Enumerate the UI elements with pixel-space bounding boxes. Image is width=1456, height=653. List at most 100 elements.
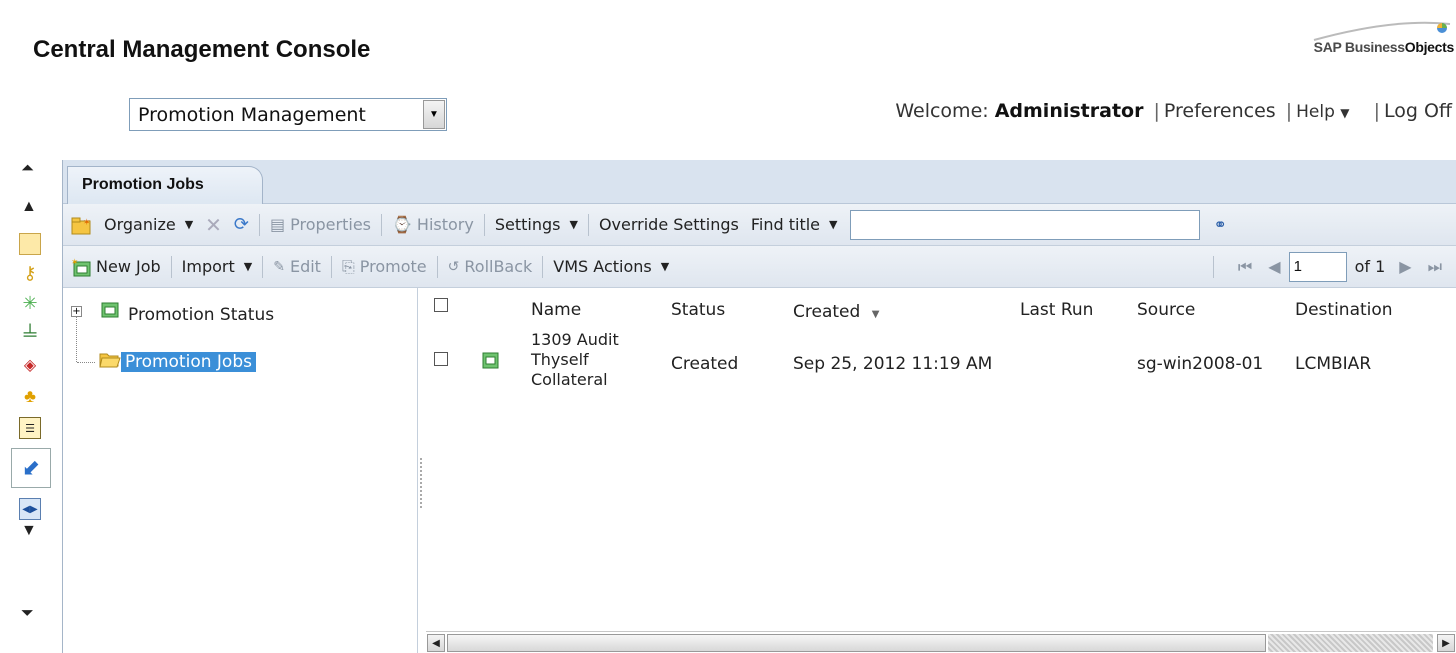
users-icon[interactable] [19, 233, 41, 255]
chevron-down-icon: ▼ [243, 260, 253, 273]
column-header-destination[interactable]: Destination [1295, 300, 1393, 320]
module-select-value: Promotion Management [138, 103, 366, 126]
page-number-input[interactable] [1288, 251, 1347, 282]
find-title-menu[interactable]: Find title ▼ [751, 215, 838, 234]
promote-button[interactable]: ⎘ Promote [342, 257, 427, 277]
preferences-link[interactable]: Preferences [1164, 100, 1276, 122]
table-header: Name Status Created ▼ Last Run Source De… [426, 288, 1456, 330]
chevron-down-icon[interactable]: ▼ [423, 100, 445, 129]
tree-item-label: Promotion Status [128, 305, 275, 325]
promotion-status-icon [100, 299, 122, 324]
toolbar-separator [170, 255, 172, 278]
delete-button[interactable]: ✕ [205, 213, 222, 237]
promote-label: Promote [359, 257, 427, 276]
top-links: Welcome: Administrator | Preferences | Hel… [895, 100, 1452, 122]
search-input[interactable] [849, 209, 1200, 240]
instance-icon[interactable]: ◈ [19, 354, 41, 376]
promotion-management-icon[interactable]: ⬋ [11, 448, 51, 488]
select-all-checkbox[interactable] [434, 298, 448, 312]
binoculars-icon: ⚭ [1213, 215, 1227, 234]
job-icon [481, 350, 501, 375]
scrollbar-thumb[interactable] [447, 634, 1266, 652]
toolbar-separator [542, 255, 544, 278]
toolbar-separator [436, 255, 438, 278]
navigation-tree: + Promotion Status Promotion Jobs [63, 288, 418, 653]
horizontal-scrollbar[interactable]: ◀ ▶ [426, 631, 1456, 653]
import-menu[interactable]: Import ▼ [182, 257, 253, 276]
help-link[interactable]: Help ▼ [1296, 102, 1349, 122]
history-icon: ⌚ [392, 215, 412, 234]
toolbar-separator [483, 213, 485, 236]
toolbar-separator [381, 213, 382, 236]
tree-item-label: Promotion Jobs [121, 351, 256, 372]
chevron-down-icon: ▼ [829, 218, 838, 231]
import-label: Import [181, 257, 235, 276]
help-label: Help [1296, 102, 1335, 122]
history-button[interactable]: ⌚ History [392, 215, 474, 234]
column-header-created[interactable]: Created ▼ [793, 302, 879, 322]
key-icon[interactable]: ⚷ [19, 262, 41, 284]
properties-label: Properties [290, 215, 371, 234]
chevron-down-icon: ▼ [660, 260, 670, 273]
vms-actions-label: VMS Actions [553, 257, 652, 276]
toolbar-separator [330, 255, 332, 278]
promote-icon: ⎘ [341, 256, 355, 276]
new-job-button[interactable]: ✶ New Job [71, 257, 161, 277]
scroll-right-icon[interactable]: ▶ [1437, 634, 1455, 652]
edit-button[interactable]: ✎ Edit [273, 257, 321, 276]
table-row[interactable]: 1309 Audit Thyself Collateral Created Se… [426, 330, 1456, 406]
organize-menu[interactable]: ✶ Organize ▼ [71, 215, 193, 235]
log-off-link[interactable]: Log Off [1384, 100, 1452, 122]
row-checkbox[interactable] [434, 352, 448, 366]
cell-name-line: Collateral [531, 370, 608, 389]
first-page-icon[interactable]: ⏮ [1238, 257, 1252, 277]
refresh-button[interactable]: ⟳ [234, 214, 249, 235]
rollback-button[interactable]: ↺ RollBack [448, 257, 533, 276]
scroll-left-icon[interactable]: ◀ [427, 634, 445, 652]
scroll-top-icon[interactable]: ⏶ [21, 160, 34, 178]
settings-label: Settings [494, 215, 561, 234]
tree-item-promotion-status[interactable]: + Promotion Status [71, 297, 274, 325]
tree-item-promotion-jobs[interactable]: Promotion Jobs [99, 350, 256, 373]
next-page-icon[interactable]: ▶ [1399, 257, 1411, 276]
column-header-source[interactable]: Source [1137, 300, 1195, 320]
column-header-status[interactable]: Status [671, 300, 725, 320]
column-header-name[interactable]: Name [531, 300, 581, 320]
page-count: of 1 [1354, 257, 1386, 276]
network-icon[interactable]: ╧ [19, 323, 41, 345]
refresh-icon: ⟳ [233, 214, 250, 235]
module-select[interactable]: Promotion Management ▼ [129, 98, 447, 131]
column-header-created-label: Created [793, 302, 861, 322]
sap-businessobjects-logo: SAP BusinessObjects [1254, 16, 1454, 66]
splitter-grip-icon[interactable] [420, 458, 423, 508]
override-settings-button[interactable]: Override Settings [599, 215, 739, 234]
link-separator: | [1153, 100, 1160, 122]
properties-icon: ▤ [270, 215, 286, 234]
settings-menu[interactable]: Settings ▼ [495, 215, 578, 234]
star-icon[interactable]: ✳ [19, 292, 41, 314]
cell-name[interactable]: 1309 Audit Thyself Collateral [531, 330, 619, 390]
svg-text:✶: ✶ [83, 218, 91, 228]
panel-splitter[interactable] [418, 288, 426, 653]
svg-text:✶: ✶ [71, 258, 79, 268]
rollback-label: RollBack [464, 257, 533, 276]
version-management-icon[interactable]: ◀▶ [19, 498, 41, 520]
find-title-label: Find title [750, 215, 821, 234]
search-button[interactable]: ⚭ [1214, 215, 1227, 234]
column-header-last-run[interactable]: Last Run [1020, 300, 1093, 320]
last-page-icon[interactable]: ⏭ [1428, 257, 1442, 277]
previous-page-icon[interactable]: ◀ [1268, 257, 1280, 276]
scroll-down-icon[interactable]: ▼ [21, 522, 37, 540]
clipboard-icon[interactable]: ☰ [19, 417, 41, 439]
scroll-bottom-icon[interactable]: ⏷ [21, 605, 34, 623]
scrollbar-track[interactable] [1268, 634, 1433, 652]
logo-text-regular: SAP Business [1313, 39, 1405, 55]
tab-promotion-jobs[interactable]: Promotion Jobs [67, 166, 263, 204]
vms-actions-menu[interactable]: VMS Actions ▼ [553, 257, 669, 276]
server-icon[interactable]: ♣ [19, 385, 41, 407]
cell-source: sg-win2008-01 [1137, 354, 1264, 374]
expand-icon[interactable]: + [71, 305, 82, 317]
properties-button[interactable]: ▤ Properties [270, 215, 371, 234]
new-job-label: New Job [96, 257, 161, 276]
scroll-up-icon[interactable]: ▲ [21, 198, 37, 216]
